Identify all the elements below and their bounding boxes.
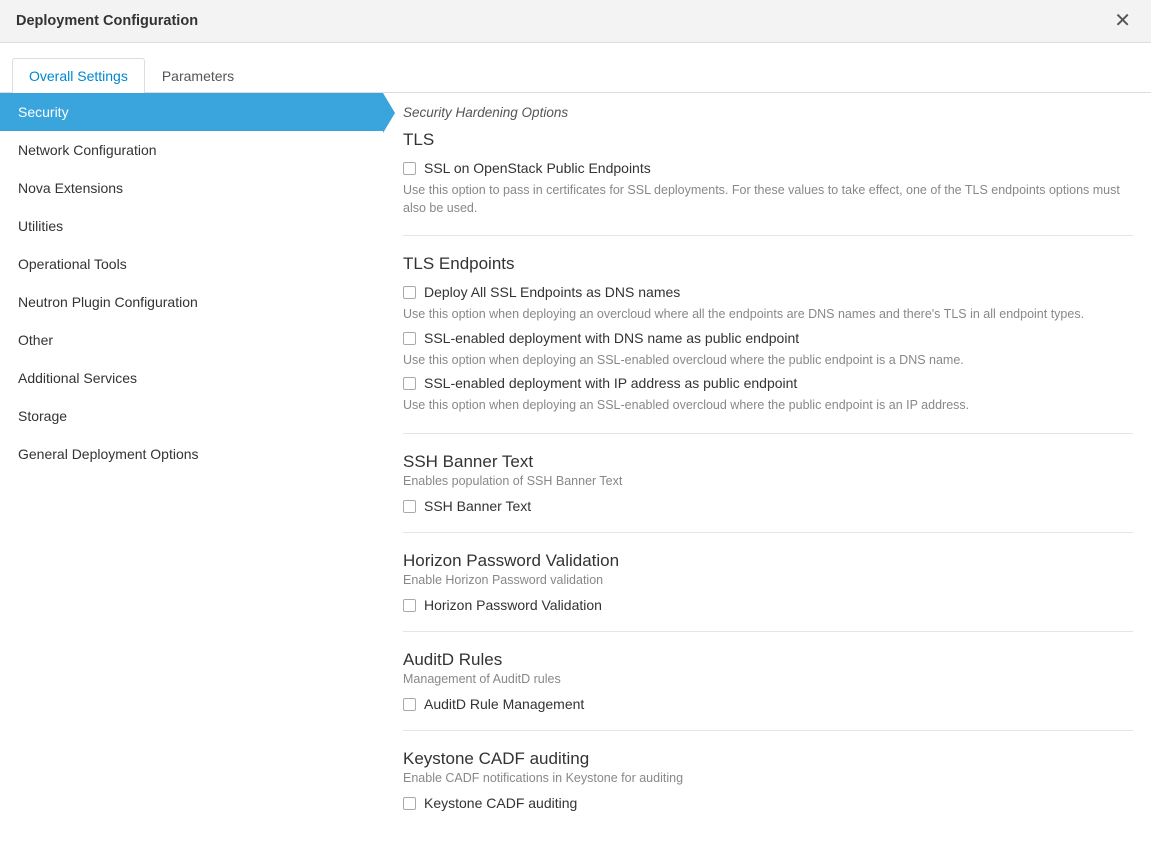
sidebar-item-nova-extensions[interactable]: Nova Extensions xyxy=(0,169,383,207)
sidebar-item-additional-services[interactable]: Additional Services xyxy=(0,359,383,397)
checkbox-label: SSL on OpenStack Public Endpoints xyxy=(424,160,651,176)
sidebar-item-network-configuration[interactable]: Network Configuration xyxy=(0,131,383,169)
group-title: AuditD Rules xyxy=(403,650,1133,670)
sidebar-item-label: General Deployment Options xyxy=(18,446,199,462)
checkbox-label: SSL-enabled deployment with DNS name as … xyxy=(424,330,799,346)
sidebar-item-label: Storage xyxy=(18,408,67,424)
checkbox[interactable] xyxy=(403,377,416,390)
help-text: Use this option to pass in certificates … xyxy=(403,182,1133,217)
option-ssl-dns-public-endpoint[interactable]: SSL-enabled deployment with DNS name as … xyxy=(403,330,1133,346)
sidebar-item-label: Nova Extensions xyxy=(18,180,123,196)
option-ssl-ip-public-endpoint[interactable]: SSL-enabled deployment with IP address a… xyxy=(403,375,1133,391)
group-horizon-password-validation: Horizon Password Validation Enable Horiz… xyxy=(403,551,1133,632)
help-text: Use this option when deploying an overcl… xyxy=(403,306,1133,324)
option-ssh-banner-text[interactable]: SSH Banner Text xyxy=(403,498,1133,514)
group-ssh-banner-text: SSH Banner Text Enables population of SS… xyxy=(403,452,1133,533)
checkbox-label: AuditD Rule Management xyxy=(424,696,584,712)
close-icon[interactable]: ✕ xyxy=(1110,11,1135,31)
checkbox-label: Keystone CADF auditing xyxy=(424,795,577,811)
sidebar-item-label: Network Configuration xyxy=(18,142,157,158)
sidebar-item-general-deployment-options[interactable]: General Deployment Options xyxy=(0,435,383,473)
tab-label: Parameters xyxy=(162,68,234,84)
tab-label: Overall Settings xyxy=(29,68,128,84)
sidebar-item-label: Other xyxy=(18,332,53,348)
sidebar-item-operational-tools[interactable]: Operational Tools xyxy=(0,245,383,283)
tabs-bar: Overall Settings Parameters xyxy=(0,43,1151,93)
checkbox[interactable] xyxy=(403,332,416,345)
group-title: Keystone CADF auditing xyxy=(403,749,1133,769)
group-desc: Enable Horizon Password validation xyxy=(403,573,1133,587)
group-desc: Management of AuditD rules xyxy=(403,672,1133,686)
group-title: TLS Endpoints xyxy=(403,254,1133,274)
tab-overall-settings[interactable]: Overall Settings xyxy=(12,58,145,93)
sidebar-item-label: Neutron Plugin Configuration xyxy=(18,294,198,310)
group-title: TLS xyxy=(403,130,1133,150)
checkbox[interactable] xyxy=(403,286,416,299)
sidebar-item-security[interactable]: Security xyxy=(0,93,383,131)
checkbox-label: Deploy All SSL Endpoints as DNS names xyxy=(424,284,680,300)
sidebar-item-other[interactable]: Other xyxy=(0,321,383,359)
group-auditd-rules: AuditD Rules Management of AuditD rules … xyxy=(403,650,1133,731)
option-ssl-openstack-public-endpoints[interactable]: SSL on OpenStack Public Endpoints xyxy=(403,160,1133,176)
content-subtitle: Security Hardening Options xyxy=(403,105,1133,120)
content-pane: Security Hardening Options TLS SSL on Op… xyxy=(383,93,1151,867)
group-title: Horizon Password Validation xyxy=(403,551,1133,571)
group-tls-endpoints: TLS Endpoints Deploy All SSL Endpoints a… xyxy=(403,254,1133,434)
sidebar-item-utilities[interactable]: Utilities xyxy=(0,207,383,245)
sidebar-item-label: Utilities xyxy=(18,218,63,234)
checkbox[interactable] xyxy=(403,698,416,711)
group-title: SSH Banner Text xyxy=(403,452,1133,472)
group-desc: Enables population of SSH Banner Text xyxy=(403,474,1133,488)
sidebar: Security Network Configuration Nova Exte… xyxy=(0,93,383,867)
tab-parameters[interactable]: Parameters xyxy=(145,58,251,93)
dialog-body: Security Network Configuration Nova Exte… xyxy=(0,93,1151,867)
sidebar-item-label: Additional Services xyxy=(18,370,137,386)
group-tls: TLS SSL on OpenStack Public Endpoints Us… xyxy=(403,130,1133,236)
sidebar-item-neutron-plugin-configuration[interactable]: Neutron Plugin Configuration xyxy=(0,283,383,321)
dialog-title: Deployment Configuration xyxy=(16,13,198,29)
checkbox[interactable] xyxy=(403,500,416,513)
checkbox-label: SSH Banner Text xyxy=(424,498,531,514)
group-keystone-cadf-auditing: Keystone CADF auditing Enable CADF notif… xyxy=(403,749,1133,829)
checkbox-label: SSL-enabled deployment with IP address a… xyxy=(424,375,797,391)
checkbox[interactable] xyxy=(403,599,416,612)
sidebar-item-label: Operational Tools xyxy=(18,256,127,272)
help-text: Use this option when deploying an SSL-en… xyxy=(403,397,1133,415)
dialog-header: Deployment Configuration ✕ xyxy=(0,0,1151,43)
group-desc: Enable CADF notifications in Keystone fo… xyxy=(403,771,1133,785)
help-text: Use this option when deploying an SSL-en… xyxy=(403,352,1133,370)
checkbox[interactable] xyxy=(403,797,416,810)
checkbox-label: Horizon Password Validation xyxy=(424,597,602,613)
option-auditd-rule-management[interactable]: AuditD Rule Management xyxy=(403,696,1133,712)
sidebar-item-label: Security xyxy=(18,104,69,120)
option-keystone-cadf-auditing[interactable]: Keystone CADF auditing xyxy=(403,795,1133,811)
sidebar-item-storage[interactable]: Storage xyxy=(0,397,383,435)
option-horizon-password-validation[interactable]: Horizon Password Validation xyxy=(403,597,1133,613)
option-deploy-all-ssl-endpoints-dns[interactable]: Deploy All SSL Endpoints as DNS names xyxy=(403,284,1133,300)
checkbox[interactable] xyxy=(403,162,416,175)
